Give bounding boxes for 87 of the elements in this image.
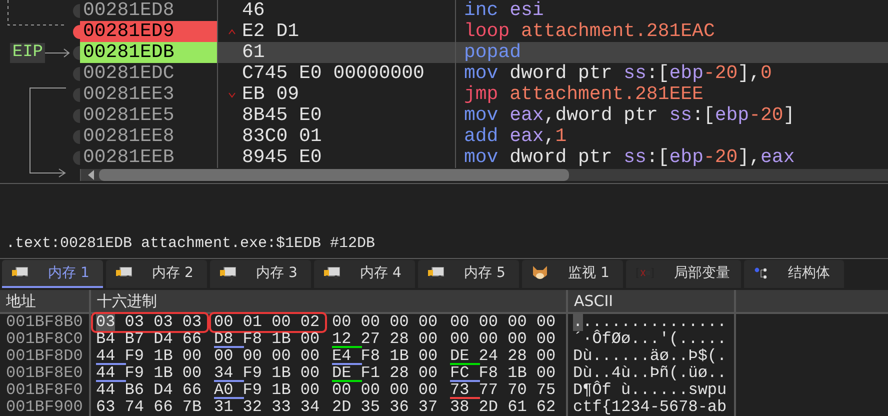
tab[interactable]: 结构体 (744, 260, 844, 288)
bytes-cell: EB 09 (242, 84, 300, 105)
address-cell: 001BF8E0 (0, 365, 91, 382)
hex-bytes: 00 00 00 00 (331, 314, 439, 331)
hex-bytes: 00 00 00 00 (213, 348, 321, 365)
address-cell: 001BF8B0 (0, 314, 91, 331)
instruction-text: mov dword ptr ss:[ebp-20],eax (463, 147, 795, 168)
address-cell: 00281EE5 (80, 105, 218, 126)
instruction-text: loop attachment.281EAC (463, 21, 715, 42)
hex-bytes: A0 F9 1B 00 (213, 382, 321, 399)
ascii-cell: Dù......äø..Þ$(. (568, 348, 736, 365)
address-cell: 001BF8F0 (0, 382, 91, 399)
jump-marker-icon (228, 28, 236, 34)
hex-bytes: FC F8 1B 00 (449, 365, 557, 382)
column-header: 地址 (0, 290, 91, 312)
bytes-cell: 8945 E0 (242, 147, 322, 168)
address-cell: 00281EE3 (80, 84, 218, 105)
hex-bytes: 73 77 70 75 (449, 382, 557, 399)
instruction-text: inc esi (463, 0, 544, 21)
hex-bytes: E4 F8 1B 00 (331, 348, 439, 365)
tree-icon (754, 267, 768, 280)
column-header: 十六进制 (91, 290, 568, 312)
bytes-cell: 83C0 01 (242, 126, 322, 147)
eip-label: EIP (10, 42, 45, 62)
instruction-text: popad (463, 42, 522, 63)
address-cell: 00281ED9 (80, 21, 218, 42)
bytes-cell: 8B45 E0 (242, 105, 322, 126)
hex-bytes: DE 24 28 00 (449, 348, 557, 365)
instruction-text: mov eax,dword ptr ss:[ebp-20] (463, 105, 795, 126)
hex-bytes: 44 F9 1B 00 (95, 348, 203, 365)
truck-icon (428, 267, 444, 280)
tab[interactable]: 监视 1 (522, 260, 623, 288)
tab[interactable]: 内存 5 (418, 260, 519, 288)
hex-bytes: 00 00 00 00 (449, 314, 557, 331)
truck-icon (324, 267, 340, 280)
ascii-cell: ................ (568, 314, 736, 331)
tab[interactable]: 内存 3 (210, 260, 311, 288)
address-cell: 001BF8C0 (0, 331, 91, 348)
truck-icon (116, 267, 132, 280)
bytes-cell: 61 (242, 42, 265, 63)
instruction-text: add eax,1 (463, 126, 567, 147)
hex-bytes: 44 F9 1B 00 (95, 365, 203, 382)
hex-bytes: 2D 35 36 37 (331, 399, 439, 416)
scrollbar-thumb[interactable] (99, 169, 569, 181)
hex-bytes: 03 03 03 03 (93, 314, 207, 331)
tab[interactable]: 内存 1 (2, 260, 103, 288)
address-cell: 00281EDC (80, 63, 218, 84)
bytes-cell: E2 D1 (242, 21, 300, 42)
hex-bytes: D8 F8 1B 00 (213, 331, 321, 348)
scrollbar[interactable] (80, 169, 888, 181)
ascii-cell: Dù..4ù..Þñ(.üø.. (568, 365, 736, 382)
address-cell: 00281EE8 (80, 126, 218, 147)
tab[interactable]: 内存 4 (314, 260, 415, 288)
selected-row[interactable]: 61 popad (218, 42, 888, 63)
hex-bytes: 00 00 00 00 (449, 331, 557, 348)
animal-head-icon (532, 266, 548, 280)
hex-bytes: 00 00 00 00 (331, 382, 439, 399)
hex-bytes: 12 27 28 00 (331, 331, 439, 348)
hex-bytes: 34 F9 1B 00 (213, 365, 321, 382)
hex-bytes: 00 01 00 02 (211, 314, 325, 331)
address-cell: 00281EEB (80, 147, 218, 168)
ascii-cell: ´·ÔfØø...'(..... (568, 331, 736, 348)
hex-bytes: 44 B6 D4 66 (95, 382, 203, 399)
address-cell: 001BF8D0 (0, 348, 91, 365)
bytes-cell: 46 (242, 0, 265, 21)
truck-icon (12, 267, 28, 280)
address-cell: 00281EDB (80, 42, 218, 63)
ascii-cell: ctf{1234-5678-ab (568, 399, 736, 416)
hex-bytes: 63 74 66 7B (95, 399, 203, 416)
hex-bytes: 31 32 33 34 (213, 399, 321, 416)
truck-icon (220, 267, 236, 280)
instruction-text: jmp attachment.281EEE (463, 84, 704, 105)
address-info: .text:00281EDB attachment.exe:$1EDB #12DB (6, 235, 376, 252)
instruction-text: mov dword ptr ss:[ebp-20],0 (463, 63, 772, 84)
hex-bytes: DE F1 28 00 (331, 365, 439, 382)
address-cell: 001BF900 (0, 399, 91, 416)
tab[interactable]: 局部变量 (626, 260, 741, 288)
ascii-cell: D¶Ôf ù......swpu (568, 382, 736, 399)
variable-icon (636, 268, 654, 278)
tab[interactable]: 内存 2 (106, 260, 207, 288)
branch-line (8, 0, 66, 26)
bytes-cell: C745 E0 00000000 (242, 63, 424, 84)
jump-marker-icon (228, 92, 236, 98)
arrow-icon (45, 48, 71, 58)
hex-bytes: B4 B7 D4 66 (95, 331, 203, 348)
hex-bytes: 38 2D 61 62 (449, 399, 557, 416)
scroll-left-icon[interactable] (87, 170, 95, 180)
